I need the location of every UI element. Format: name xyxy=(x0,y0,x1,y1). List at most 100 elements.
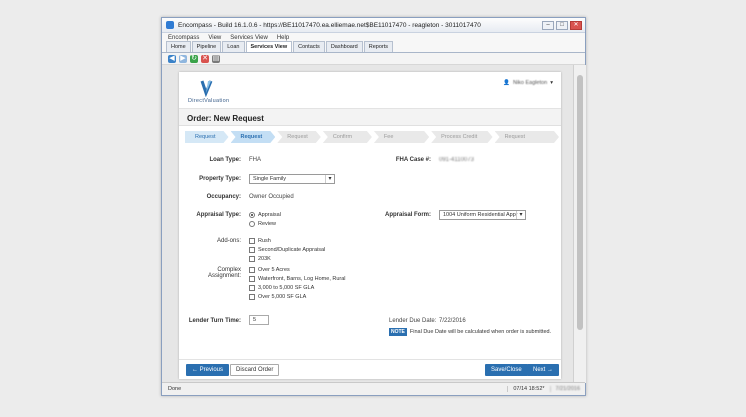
tab-home[interactable]: Home xyxy=(166,41,191,52)
window-title: Encompass - Build 16.1.0.6 - https://BE1… xyxy=(178,21,481,29)
complex-over-5000-checkbox[interactable]: Over 5,000 SF GLA xyxy=(249,294,306,300)
loan-type-value: FHA xyxy=(249,157,261,163)
addon-label: Rush xyxy=(258,238,271,244)
tab-reports[interactable]: Reports xyxy=(363,41,393,52)
fha-case-label: FHA Case #: xyxy=(395,157,431,163)
forward-icon[interactable]: ▶ xyxy=(179,54,187,63)
menu-encompass[interactable]: Encompass xyxy=(168,35,199,41)
appraisal-radio-label: Appraisal xyxy=(258,212,281,218)
logo-mark-icon xyxy=(200,80,213,97)
note-badge: NOTE xyxy=(389,328,407,336)
tab-contacts[interactable]: Contacts xyxy=(293,41,325,52)
chevron-down-icon: ▾ xyxy=(325,175,334,183)
loan-type-label: Loan Type: xyxy=(209,157,241,163)
addon-second-appraisal-checkbox[interactable]: Second/Duplicate Appraisal xyxy=(249,247,325,253)
checkbox-icon xyxy=(249,285,255,291)
user-menu[interactable]: 👤 Niko Eagleton ▾ xyxy=(503,80,553,86)
note-text: Final Due Date will be calculated when o… xyxy=(409,329,552,335)
addon-rush-checkbox[interactable]: Rush xyxy=(249,238,271,244)
browser-toolbar: ◀ ▶ ↻ ✕ ▤ xyxy=(162,53,585,65)
addon-label: 203K xyxy=(258,256,271,262)
brand-name: DirectValuation xyxy=(188,98,230,104)
save-close-button[interactable]: Save/Close xyxy=(485,364,528,376)
step-request-p1[interactable]: Request p1 xyxy=(185,131,229,143)
complex-waterfront-checkbox[interactable]: Waterfront, Barns, Log Home, Rural xyxy=(249,276,346,282)
tab-services-view[interactable]: Services View xyxy=(245,41,293,52)
property-type-label: Property Type: xyxy=(199,176,241,182)
checkbox-icon xyxy=(249,256,255,262)
complex-over-5-acres-checkbox[interactable]: Over 5 Acres xyxy=(249,267,290,273)
page-title: Order: New Request xyxy=(179,109,561,126)
stop-icon[interactable]: ✕ xyxy=(201,54,209,63)
checkbox-icon xyxy=(249,238,255,244)
appraisal-form-select[interactable]: 1004 Uniform Residential Appr ▾ xyxy=(439,210,526,220)
close-button[interactable]: ✕ xyxy=(570,20,582,30)
addon-203k-checkbox[interactable]: 203K xyxy=(249,256,271,262)
back-icon[interactable]: ◀ xyxy=(168,54,176,63)
radio-empty-icon xyxy=(249,221,255,227)
refresh-icon[interactable]: ↻ xyxy=(190,54,198,63)
due-date-value: 7/22/2016 xyxy=(439,318,466,324)
due-date-label: Lender Due Date: xyxy=(389,318,437,324)
turn-time-input[interactable]: 5 xyxy=(249,315,269,325)
vertical-scrollbar[interactable] xyxy=(573,65,586,383)
status-bar: Done 07/14 18:52* 7/21/2016 xyxy=(162,382,585,395)
radio-selected-icon xyxy=(249,212,255,218)
app-icon xyxy=(166,21,174,29)
appraisal-form-value: 1004 Uniform Residential Appr xyxy=(443,212,518,218)
complex-label: Waterfront, Barns, Log Home, Rural xyxy=(258,276,346,282)
addon-label: Second/Duplicate Appraisal xyxy=(258,247,326,253)
complex-assignment-label: Complex Assignment: xyxy=(207,267,241,279)
complex-3000-5000-checkbox[interactable]: 3,000 to 5,000 SF GLA xyxy=(249,285,314,291)
step-request-p2[interactable]: Request p2 xyxy=(231,131,276,143)
step-fee-confirmation: Fee Confirmation xyxy=(374,131,429,143)
previous-button[interactable]: ← Previous xyxy=(186,364,230,376)
step-process-credit-card: Process Credit Card xyxy=(431,131,492,143)
property-type-select[interactable]: Single Family ▾ xyxy=(249,174,335,184)
appraisal-radio[interactable]: Appraisal xyxy=(249,212,281,218)
wizard-steps: Request p1 Request p2 Request p3 Confirm… xyxy=(185,131,561,143)
menu-services-view[interactable]: Services View xyxy=(230,35,268,41)
scrollbar-thumb[interactable] xyxy=(577,75,583,330)
checkbox-icon xyxy=(249,247,255,253)
tab-pipeline[interactable]: Pipeline xyxy=(191,41,222,52)
property-type-value: Single Family xyxy=(253,176,287,182)
next-button[interactable]: Next → xyxy=(527,364,560,376)
tab-loan[interactable]: Loan xyxy=(222,41,245,52)
menu-view[interactable]: View xyxy=(208,35,221,41)
menu-help[interactable]: Help xyxy=(277,35,289,41)
print-icon[interactable]: ▤ xyxy=(212,54,220,63)
status-date: 7/21/2016 xyxy=(549,386,585,392)
discard-order-button[interactable]: Discard Order xyxy=(230,364,280,376)
app-window: Encompass - Build 16.1.0.6 - https://BE1… xyxy=(161,17,586,396)
appraisal-type-label: Appraisal Type: xyxy=(196,212,241,218)
order-form-card: DirectValuation 👤 Niko Eagleton ▾ Order:… xyxy=(179,72,561,379)
chevron-down-icon: ▾ xyxy=(550,80,553,86)
turn-time-label: Lender Turn Time: xyxy=(188,318,241,324)
fha-case-value: 091-4110073 xyxy=(439,157,474,163)
user-name: Niko Eagleton xyxy=(512,80,548,86)
step-confirm-order: Confirm Order xyxy=(323,131,372,143)
maximize-button[interactable]: □ xyxy=(556,20,568,30)
direct-valuation-logo: DirectValuation xyxy=(188,80,229,104)
services-view-pane: DirectValuation 👤 Niko Eagleton ▾ Order:… xyxy=(162,65,573,383)
complex-label: Over 5 Acres xyxy=(258,267,290,273)
chevron-down-icon: ▾ xyxy=(516,211,525,219)
review-radio[interactable]: Review xyxy=(249,221,276,227)
minimize-button[interactable]: – xyxy=(542,20,554,30)
complex-label: 3,000 to 5,000 SF GLA xyxy=(258,285,315,291)
tab-dashboard[interactable]: Dashboard xyxy=(325,41,363,52)
vendor-header: DirectValuation 👤 Niko Eagleton ▾ xyxy=(179,72,561,109)
checkbox-icon xyxy=(249,276,255,282)
main-tabs: Home Pipeline Loan Services View Contact… xyxy=(162,41,585,53)
form-footer: ← Previous Discard Order Save/Close Next… xyxy=(179,359,561,379)
due-date-note: NOTE Final Due Date will be calculated w… xyxy=(389,328,551,336)
occupancy-label: Occupancy: xyxy=(206,194,241,200)
status-time: 07/14 18:52* xyxy=(507,386,549,392)
addons-label: Add-ons: xyxy=(216,238,241,244)
step-request-confirmation: Request Confirmation xyxy=(495,131,559,143)
title-bar: Encompass - Build 16.1.0.6 - https://BE1… xyxy=(162,18,585,33)
checkbox-icon xyxy=(249,294,255,300)
occupancy-value: Owner Occupied xyxy=(249,194,294,200)
appraisal-form-label: Appraisal Form: xyxy=(384,212,431,218)
